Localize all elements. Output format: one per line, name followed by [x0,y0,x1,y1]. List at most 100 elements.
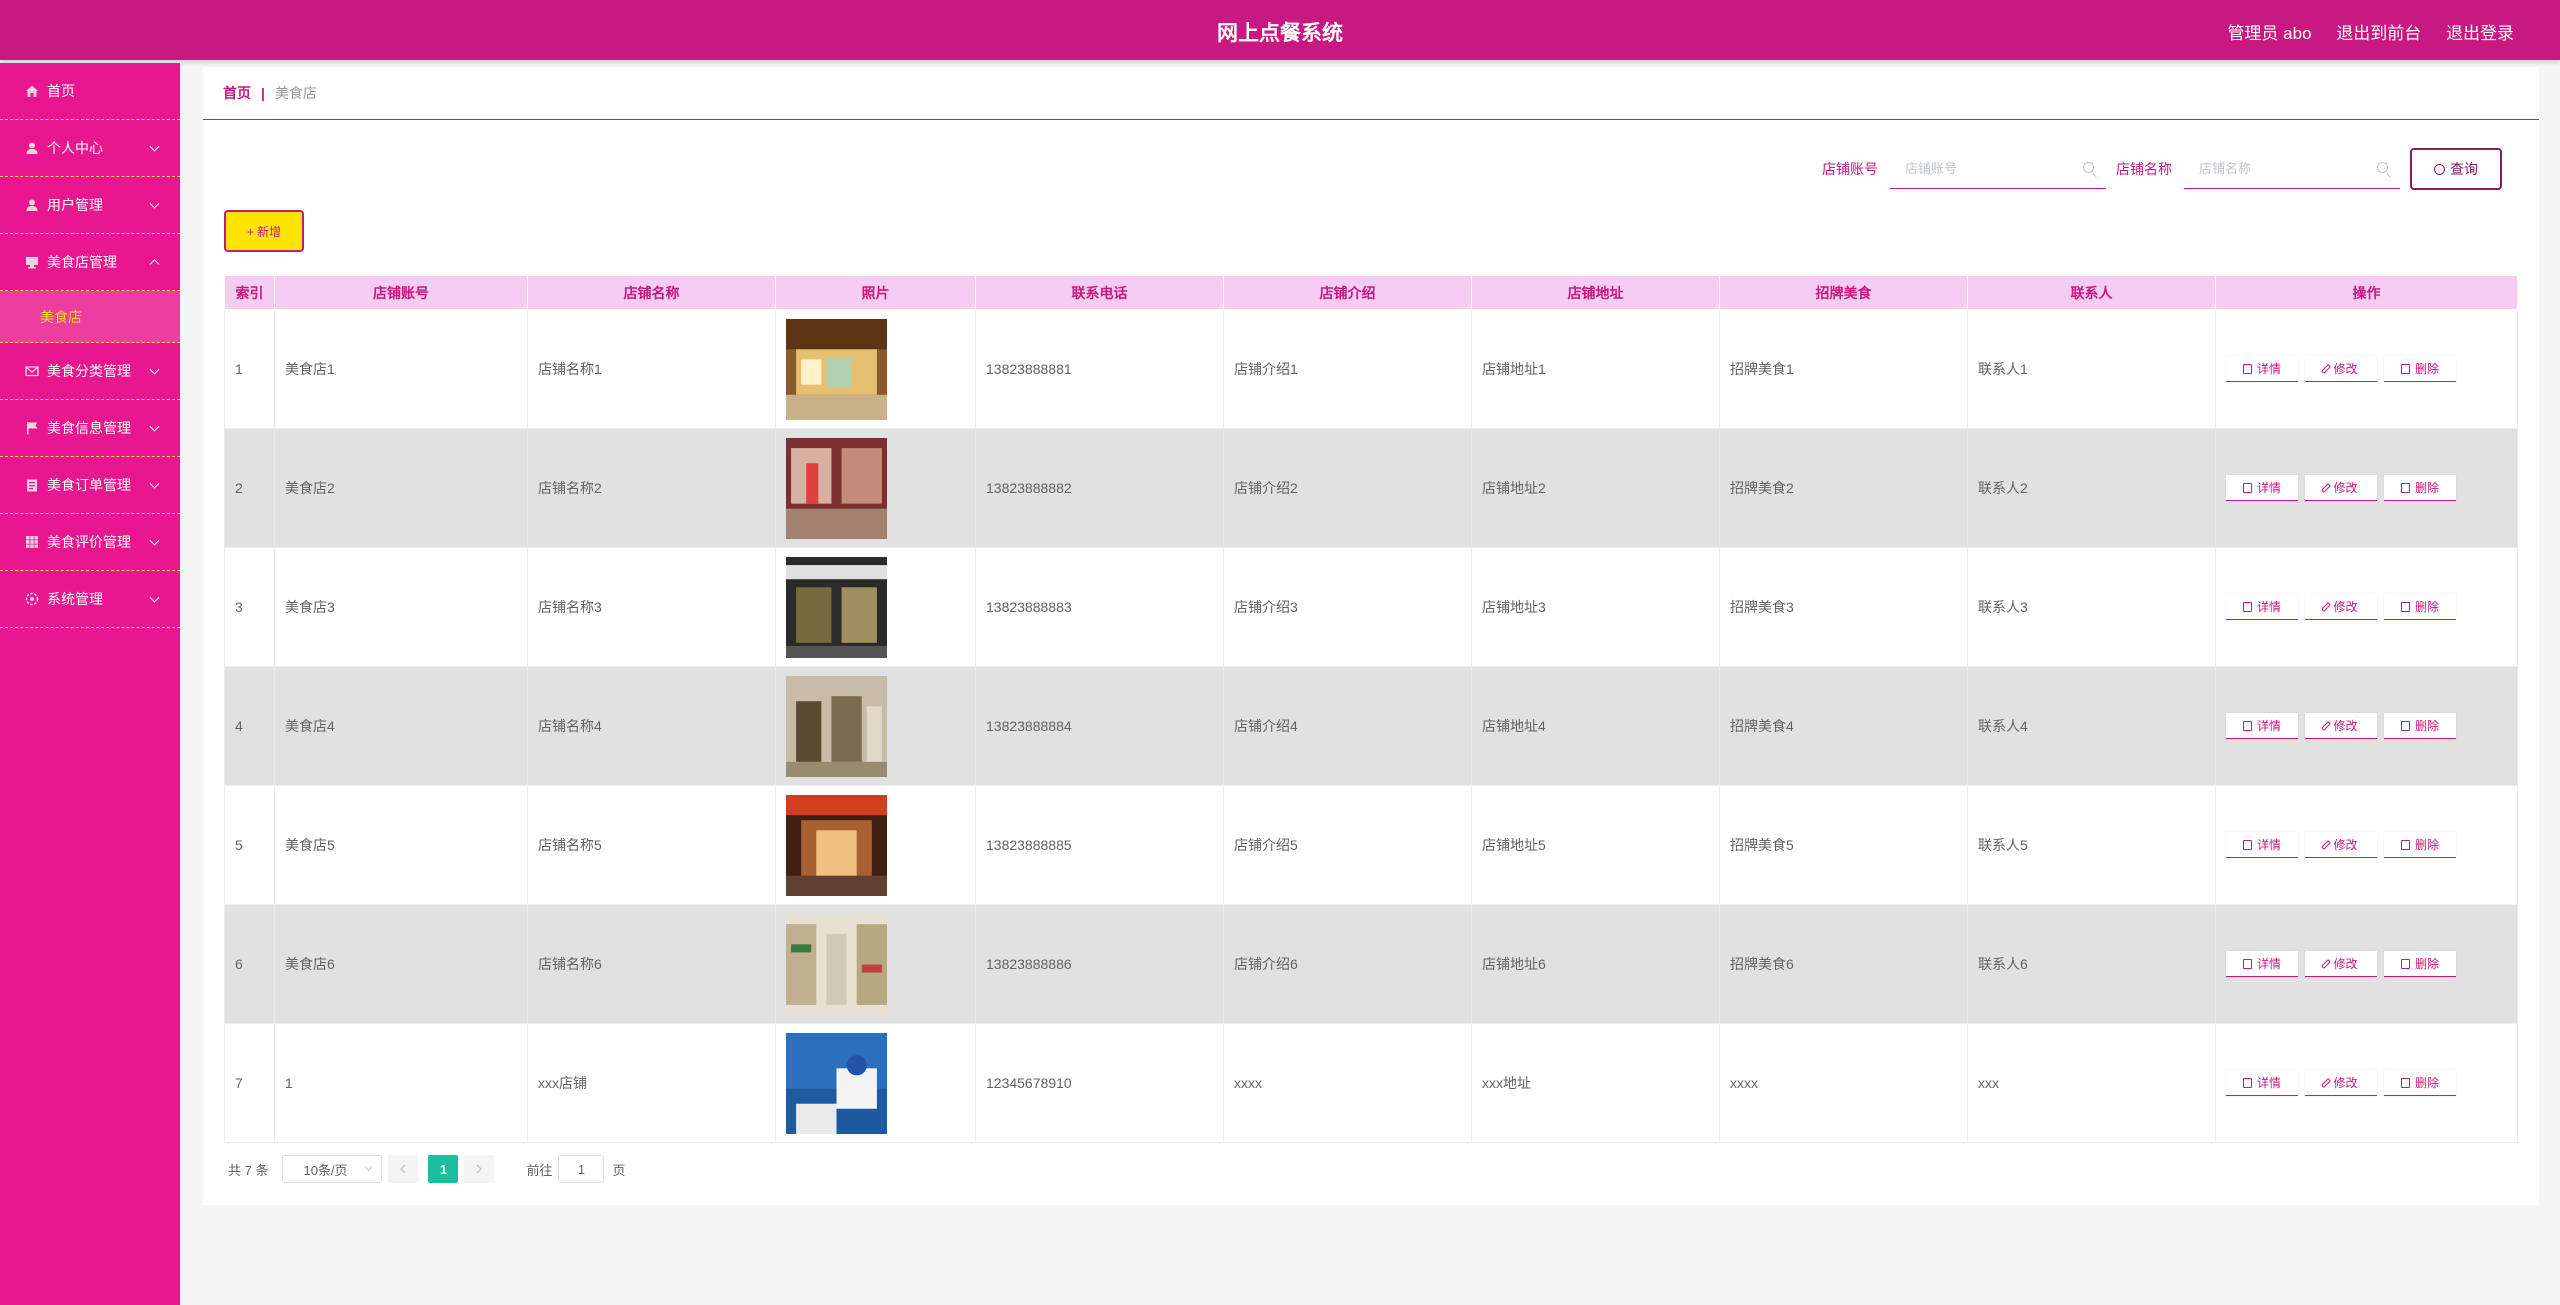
top-header: 网上点餐系统 管理员 abo 退出到前台 退出登录 [0,0,2560,60]
cell-index: 7 [224,1023,275,1143]
cell-contact: 联系人1 [1967,309,2216,429]
column-header: 操作 [2215,275,2518,310]
detail-button-label: 详情 [2256,957,2281,971]
sidebar-item-system[interactable]: 系统管理 [0,571,180,628]
user-icon [25,198,39,212]
shop-photo-cell [775,428,976,548]
search-icon [2434,163,2445,175]
shop-photo-cell [775,309,976,429]
delete-button[interactable]: 删除 [2384,356,2456,382]
delete-button-label: 删除 [2414,481,2439,495]
search-icon [2377,162,2388,173]
trash-icon [2400,363,2410,374]
breadcrumb-separator: | [261,85,265,101]
detail-button[interactable]: 详情 [2226,1070,2298,1096]
delete-button[interactable]: 删除 [2384,594,2456,620]
edit-button-label: 修改 [2333,362,2358,376]
cell-contact: 联系人4 [1967,666,2216,786]
shop-photo-cell [775,547,976,667]
delete-button[interactable]: 删除 [2384,832,2456,858]
shop-name-field[interactable] [2184,149,2400,189]
cell-actions: 详情 修改 删除 [2215,547,2518,667]
chevron-down-icon [149,535,160,546]
sidebar: 首页 个人中心 用户管理 美食店管理 美食店 美食分类管理 美食信息管理 美食订… [0,63,180,1305]
user-icon [25,141,39,155]
page-size-select[interactable]: 10条/页 [282,1155,383,1183]
sidebar-item-users[interactable]: 用户管理 [0,177,180,234]
detail-button[interactable]: 详情 [2226,713,2298,739]
settings-icon [25,592,39,606]
sidebar-item-food-category[interactable]: 美食分类管理 [0,343,180,400]
cell-address: 店铺地址1 [1471,309,1720,429]
delete-button-label: 删除 [2414,362,2439,376]
chevron-down-icon [149,478,160,489]
delete-button[interactable]: 删除 [2384,475,2456,501]
table-row: 4 美食店4 店铺名称4 13823888884 店铺介绍4 店铺地址4 招牌美食4 联系人4… [224,666,2518,786]
cell-actions: 详情 修改 删除 [2215,309,2518,429]
shop-photo-cell [775,785,976,905]
edit-button[interactable]: 修改 [2305,1070,2377,1096]
shop-photo [786,556,887,658]
edit-button[interactable]: 修改 [2305,594,2377,620]
detail-button[interactable]: 详情 [2226,475,2298,501]
delete-button-label: 删除 [2414,600,2439,614]
sidebar-item-reviews[interactable]: 美食评价管理 [0,514,180,571]
shop-name-input[interactable] [2199,161,2369,176]
cell-signature: 招牌美食4 [1719,666,1968,786]
edit-icon [2321,482,2332,493]
sidebar-item-profile[interactable]: 个人中心 [0,120,180,177]
logout-link[interactable]: 退出登录 [2446,24,2514,43]
edit-button[interactable]: 修改 [2305,951,2377,977]
trash-icon [2400,1077,2410,1088]
document-icon [2242,1077,2252,1088]
breadcrumb-home[interactable]: 首页 [223,83,251,103]
prev-page-button[interactable] [388,1155,419,1183]
edit-button[interactable]: 修改 [2305,475,2377,501]
cell-intro: 店铺介绍1 [1223,309,1472,429]
page-number-current[interactable]: 1 [428,1155,459,1183]
detail-button[interactable]: 详情 [2226,594,2298,620]
cell-name: 店铺名称3 [527,547,776,667]
sidebar-item-home[interactable]: 首页 [0,63,180,120]
cell-address: 店铺地址5 [1471,785,1720,905]
column-header: 联系人 [1967,275,2216,310]
detail-button[interactable]: 详情 [2226,356,2298,382]
shop-photo [786,318,887,420]
sidebar-item-food-info[interactable]: 美食信息管理 [0,400,180,457]
search-icon [2083,162,2094,173]
document-icon [2242,601,2252,612]
detail-button[interactable]: 详情 [2226,951,2298,977]
sidebar-item-orders[interactable]: 美食订单管理 [0,457,180,514]
delete-button[interactable]: 删除 [2384,713,2456,739]
breadcrumb-current: 美食店 [274,85,317,101]
trash-icon [2400,839,2410,850]
edit-button-label: 修改 [2333,719,2358,733]
delete-button[interactable]: 删除 [2384,1070,2456,1096]
shop-account-field[interactable] [1890,149,2106,189]
sidebar-item-label: 美食信息管理 [47,420,131,436]
add-button[interactable]: + 新增 [224,210,304,252]
detail-button[interactable]: 详情 [2226,832,2298,858]
cell-name: 店铺名称5 [527,785,776,905]
order-icon [25,478,39,492]
sidebar-item-label: 美食订单管理 [47,477,131,493]
next-page-button[interactable] [464,1155,495,1183]
detail-button-label: 详情 [2256,719,2281,733]
cell-account: 1 [274,1023,528,1143]
cell-actions: 详情 修改 删除 [2215,1023,2518,1143]
goto-page-input[interactable] [558,1155,605,1183]
edit-button[interactable]: 修改 [2305,832,2377,858]
edit-button[interactable]: 修改 [2305,713,2377,739]
sidebar-subitem-shop[interactable]: 美食店 [0,291,180,343]
sidebar-item-shops[interactable]: 美食店管理 [0,234,180,291]
cell-phone: 13823888885 [975,785,1224,905]
cell-address: 店铺地址6 [1471,904,1720,1024]
trash-icon [2400,601,2410,612]
sidebar-item-label: 首页 [47,83,75,99]
delete-button[interactable]: 删除 [2384,951,2456,977]
edit-button[interactable]: 修改 [2305,356,2377,382]
back-to-frontend-link[interactable]: 退出到前台 [2336,24,2421,43]
shop-account-input[interactable] [1905,161,2075,176]
query-button[interactable]: 查询 [2410,148,2502,190]
column-header: 照片 [775,275,976,310]
